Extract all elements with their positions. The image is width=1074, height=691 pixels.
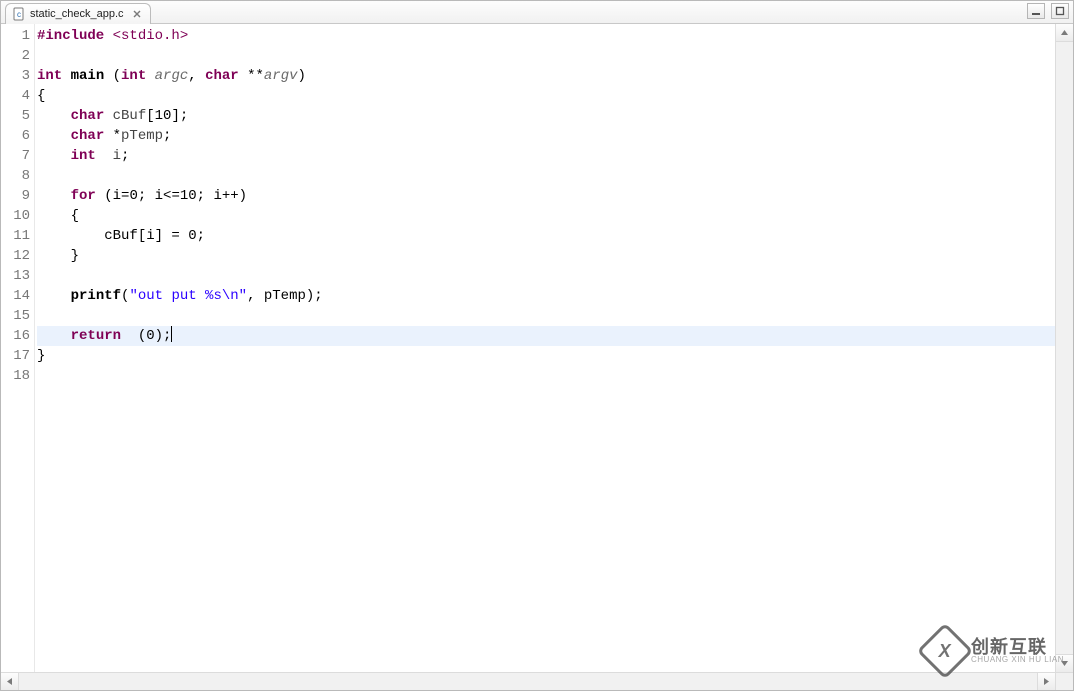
scroll-track-horizontal[interactable] <box>19 673 1037 690</box>
file-tab-label: static_check_app.c <box>30 8 124 20</box>
code-content[interactable]: #include <stdio.h> int main (int argc, c… <box>35 24 1055 672</box>
scroll-up-button[interactable] <box>1056 24 1073 42</box>
close-icon[interactable] <box>132 9 142 19</box>
code-line[interactable]: printf("out put %s\n", pTemp); <box>37 286 1055 306</box>
code-line[interactable] <box>37 46 1055 66</box>
line-number: 2 <box>1 46 30 66</box>
line-number: 7 <box>1 146 30 166</box>
code-line[interactable]: cBuf[i] = 0; <box>37 226 1055 246</box>
code-line[interactable]: { <box>37 86 1055 106</box>
line-number: 14 <box>1 286 30 306</box>
code-line[interactable]: char cBuf[10]; <box>37 106 1055 126</box>
scroll-right-button[interactable] <box>1037 673 1055 690</box>
svg-text:c: c <box>17 10 21 19</box>
scroll-down-button[interactable] <box>1056 654 1073 672</box>
maximize-button[interactable] <box>1051 3 1069 19</box>
code-line[interactable]: int main (int argc, char **argv) <box>37 66 1055 86</box>
line-number: 12 <box>1 246 30 266</box>
text-caret <box>171 326 172 342</box>
tab-bar: c static_check_app.c <box>1 1 1073 24</box>
scroll-left-button[interactable] <box>1 673 19 690</box>
code-line[interactable]: } <box>37 246 1055 266</box>
line-number: 6 <box>1 126 30 146</box>
line-number: 1 <box>1 26 30 46</box>
line-number: 15 <box>1 306 30 326</box>
code-line[interactable]: for (i=0; i<=10; i++) <box>37 186 1055 206</box>
window-controls <box>1027 3 1069 19</box>
editor-area[interactable]: 123456789101112131415161718 #include <st… <box>1 24 1055 672</box>
code-line[interactable]: char *pTemp; <box>37 126 1055 146</box>
code-line[interactable]: { <box>37 206 1055 226</box>
line-number: 18 <box>1 366 30 386</box>
code-line[interactable] <box>37 366 1055 386</box>
minimize-button[interactable] <box>1027 3 1045 19</box>
line-number: 8 <box>1 166 30 186</box>
c-file-icon: c <box>12 7 26 21</box>
line-number: 9 <box>1 186 30 206</box>
code-line[interactable] <box>37 166 1055 186</box>
code-line[interactable]: int i; <box>37 146 1055 166</box>
code-line[interactable]: #include <stdio.h> <box>37 26 1055 46</box>
scroll-track-vertical[interactable] <box>1056 42 1073 654</box>
line-number: 11 <box>1 226 30 246</box>
code-line[interactable]: return (0); <box>37 326 1055 346</box>
vertical-scrollbar[interactable] <box>1055 24 1073 672</box>
line-number: 5 <box>1 106 30 126</box>
editor-window: c static_check_app.c 1234567891011121314… <box>0 0 1074 691</box>
line-number: 3 <box>1 66 30 86</box>
line-number: 10 <box>1 206 30 226</box>
file-tab[interactable]: c static_check_app.c <box>5 3 151 24</box>
line-number-gutter: 123456789101112131415161718 <box>1 24 35 672</box>
code-line[interactable] <box>37 306 1055 326</box>
horizontal-scrollbar[interactable] <box>1 672 1055 690</box>
code-line[interactable] <box>37 266 1055 286</box>
code-line[interactable]: } <box>37 346 1055 366</box>
line-number: 17 <box>1 346 30 366</box>
line-number: 16 <box>1 326 30 346</box>
line-number: 13 <box>1 266 30 286</box>
scrollbar-corner <box>1055 672 1073 690</box>
line-number: 4 <box>1 86 30 106</box>
